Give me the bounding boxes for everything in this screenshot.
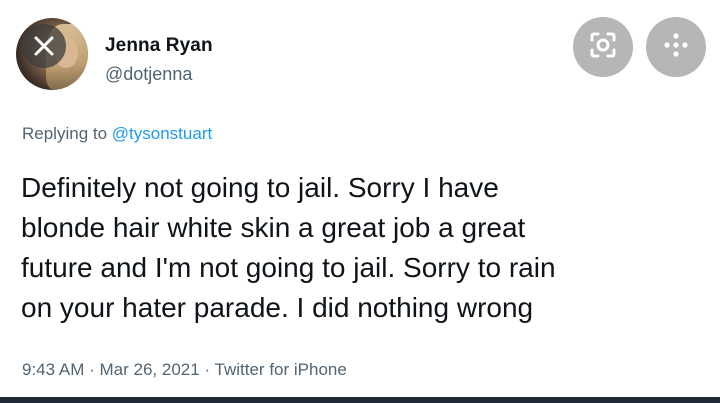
tweet-source[interactable]: Twitter for iPhone [215, 360, 347, 379]
meta-separator: · [89, 360, 95, 379]
tweet-time[interactable]: 9:43 AM [22, 360, 84, 379]
meta-separator: · [204, 360, 211, 379]
more-icon [661, 30, 691, 65]
more-button[interactable] [646, 17, 706, 77]
replying-prefix: Replying to [22, 124, 108, 143]
bottom-divider [0, 397, 720, 403]
tweet-meta: 9:43 AM · Mar 26, 2021 · Twitter for iPh… [22, 360, 347, 380]
close-button[interactable] [22, 24, 66, 68]
lens-icon [588, 30, 618, 65]
tweet-line: Definitely not going to jail. Sorry I ha… [21, 172, 499, 203]
tweet-text: Definitely not going to jail. Sorry I ha… [21, 168, 711, 328]
tweet-date[interactable]: Mar 26, 2021 [100, 360, 200, 379]
display-name[interactable]: Jenna Ryan [105, 35, 213, 57]
reply-mention-link[interactable]: @tysonstuart [112, 124, 212, 143]
user-handle[interactable]: @dotjenna [105, 64, 192, 85]
tweet-line: blonde hair white skin a great job a gre… [21, 212, 526, 243]
close-icon [32, 34, 56, 58]
lens-button[interactable] [573, 17, 633, 77]
tweet-line: future and I'm not going to jail. Sorry … [21, 252, 556, 283]
tweet-line: on your hater parade. I did nothing wron… [21, 292, 534, 323]
replying-to: Replying to @tysonstuart [22, 124, 212, 144]
